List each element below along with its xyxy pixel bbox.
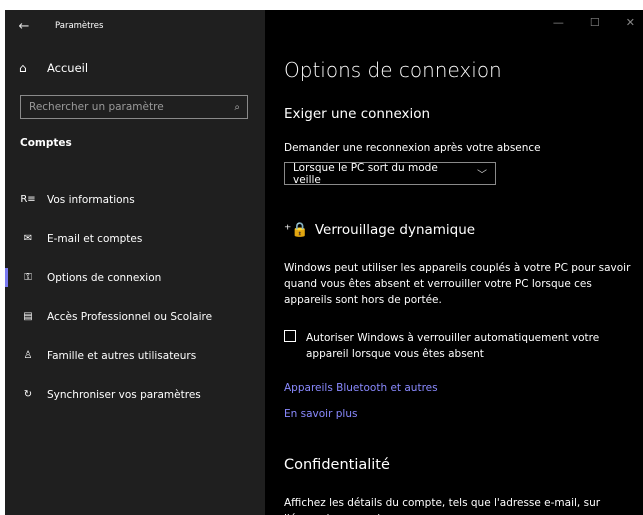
main-panel: — ☐ ✕ Options de connexion Exiger une co…	[265, 10, 643, 515]
search-input[interactable]: Rechercher un paramètre ⌕	[20, 95, 248, 119]
privacy-description: Affichez les détails du compte, tels que…	[284, 497, 601, 515]
require-signin-dropdown[interactable]: Lorsque le PC sort du mode veille ﹀	[284, 161, 496, 186]
dynamic-lock-icon: ⁺🔒	[284, 222, 309, 238]
sidebar-item-acces-professionnel[interactable]: ▤ Accès Professionnel ou Scolaire	[5, 297, 265, 336]
sidebar-item-label: Vos informations	[47, 193, 135, 206]
user-info-icon: R≡	[20, 194, 36, 205]
sidebar-item-label: Accès Professionnel ou Scolaire	[47, 310, 213, 323]
auto-lock-checkbox[interactable]	[284, 330, 296, 342]
sidebar-item-email-comptes[interactable]: ✉ E-mail et comptes	[5, 219, 265, 258]
maximize-icon[interactable]: ☐	[590, 16, 600, 29]
close-icon[interactable]: ✕	[626, 16, 635, 29]
title-bar: ← Paramètres	[5, 10, 265, 42]
dropdown-value: Lorsque le PC sort du mode veille	[293, 161, 438, 186]
bluetooth-devices-link[interactable]: Appareils Bluetooth et autres	[284, 382, 438, 394]
minimize-icon[interactable]: —	[553, 16, 564, 29]
dynamic-lock-heading: Verrouillage dynamique	[314, 222, 476, 238]
sidebar-item-options-connexion[interactable]: ⚿ Options de connexion	[5, 258, 265, 297]
chevron-down-icon: ﹀	[477, 170, 487, 181]
key-icon: ⚿	[24, 272, 32, 283]
sidebar-nav: R≡ Vos informations ✉ E-mail et comptes …	[5, 180, 265, 414]
mail-icon: ✉	[23, 233, 33, 244]
sidebar-item-label: Famille et autres utilisateurs	[47, 349, 197, 362]
dynamic-lock-description: Windows peut utiliser les appareils coup…	[284, 262, 631, 306]
person-add-icon: ♙	[23, 350, 33, 361]
privacy-heading: Confidentialité	[284, 457, 390, 473]
home-icon: ⌂	[19, 61, 27, 75]
sidebar-item-vos-informations[interactable]: R≡ Vos informations	[5, 180, 265, 219]
page-title: Options de connexion	[284, 58, 502, 82]
sidebar-item-synchroniser[interactable]: ↻ Synchroniser vos paramètres	[5, 375, 265, 414]
require-description: Demander une reconnexion après votre abs…	[284, 142, 541, 154]
dynamic-lock-heading-row: ⁺🔒 Verrouillage dynamique	[284, 222, 475, 238]
sidebar-item-label: Synchroniser vos paramètres	[47, 388, 201, 401]
back-arrow-icon[interactable]: ←	[13, 19, 35, 34]
auto-lock-label: Autoriser Windows à verrouiller automati…	[306, 332, 600, 360]
search-placeholder: Rechercher un paramètre	[29, 101, 164, 113]
sync-icon: ↻	[23, 389, 33, 400]
sidebar-item-label: Options de connexion	[47, 271, 162, 284]
learn-more-link[interactable]: En savoir plus	[284, 408, 357, 420]
search-icon: ⌕	[234, 101, 240, 113]
home-label: Accueil	[47, 61, 89, 75]
window-controls: — ☐ ✕	[553, 16, 635, 29]
home-link[interactable]: ⌂ Accueil	[19, 61, 88, 75]
require-heading: Exiger une connexion	[284, 106, 431, 122]
app-title: Paramètres	[55, 21, 104, 31]
settings-window: ← Paramètres ⌂ Accueil Rechercher un par…	[5, 10, 643, 515]
section-title: Comptes	[20, 137, 72, 149]
sidebar: ← Paramètres ⌂ Accueil Rechercher un par…	[5, 10, 265, 515]
briefcase-icon: ▤	[23, 311, 33, 322]
sidebar-item-famille[interactable]: ♙ Famille et autres utilisateurs	[5, 336, 265, 375]
sidebar-item-label: E-mail et comptes	[47, 232, 143, 245]
